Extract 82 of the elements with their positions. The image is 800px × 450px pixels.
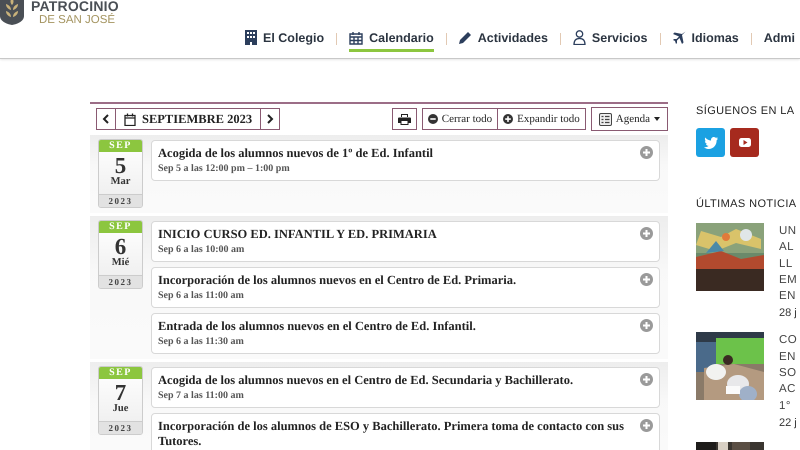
- print-button[interactable]: [392, 108, 417, 130]
- pencil-icon: [458, 31, 472, 44]
- logo-name: PATROCINIO: [31, 0, 119, 14]
- expand-icon: [640, 319, 653, 332]
- news-title-line[interactable]: EN: [779, 288, 798, 304]
- news-title-line[interactable]: UN: [779, 223, 798, 240]
- badge-weekday: Jue: [112, 403, 128, 414]
- play-icon: [738, 138, 750, 147]
- chevron-right-icon: [266, 114, 274, 124]
- user-icon: [572, 30, 586, 45]
- nav-item[interactable]: Admi: [764, 28, 795, 52]
- month-button[interactable]: SEPTIEMBRE 2023: [115, 108, 262, 130]
- badge-day: 6: [114, 236, 126, 257]
- badge-month: SEP: [99, 140, 142, 152]
- news-title-line[interactable]: CO: [779, 332, 798, 349]
- event-time: Sep 6 a las 11:30 am: [158, 336, 245, 347]
- event-time: Sep 7 a las 11:00 am: [158, 390, 245, 401]
- badge-month: SEP: [99, 367, 142, 379]
- news-title-line[interactable]: AC: [779, 381, 798, 398]
- wheat-shield-icon: [0, 0, 24, 25]
- event-title: Acogida de los alumnos nuevos de 1º de Ed. Infantil: [158, 146, 434, 161]
- plane-icon: [672, 31, 686, 44]
- logo-subtitle: DE SAN JOSÉ: [39, 14, 116, 27]
- event-time: Sep 5 a las 12:00 pm – 1:00 pm: [158, 163, 291, 174]
- news-title-line[interactable]: 1°: [779, 398, 798, 414]
- news-date: 22 j: [779, 416, 798, 429]
- news-title-line[interactable]: EM: [779, 272, 798, 288]
- nav-item[interactable]: Servicios: [572, 28, 648, 52]
- news-title-line[interactable]: EN: [779, 348, 798, 366]
- caret-icon: [654, 117, 660, 121]
- expand-icon: [640, 373, 653, 386]
- event-card[interactable]: Acogida de los alumnos nuevos de 1º de Ed. Infantil Sep 5 a las 12:00 pm – 1:00 pm: [151, 140, 660, 181]
- nav-item[interactable]: Actividades: [458, 28, 548, 52]
- event-card[interactable]: Acogida de los alumnos nuevos en el Centro de Ed. Secundaria y Bachillerato. Sep 7 a las 11:00 am: [151, 367, 660, 408]
- badge-weekday: Mié: [112, 257, 130, 268]
- nav-item[interactable]: Calendario: [349, 28, 434, 52]
- expand-icon: [640, 419, 653, 432]
- news-title-line[interactable]: SO: [779, 365, 798, 382]
- bird-icon: [704, 136, 718, 148]
- plus-circle-icon: [503, 114, 514, 124]
- expand-icon: [640, 146, 653, 159]
- event-title: Incorporación de los alumnos de ESO y Bachillerato. Primera toma de contacto con sus Tutores.: [158, 419, 625, 449]
- news-heading: ÚLTIMAS NOTICIA: [696, 197, 798, 211]
- collapse-all-button[interactable]: Cerrar todo: [422, 108, 498, 130]
- badge-year: 2023: [99, 275, 142, 288]
- badge-month: SEP: [99, 221, 142, 233]
- previous-month-button[interactable]: [96, 108, 116, 130]
- expand-all-button[interactable]: Expandir todo: [497, 108, 586, 130]
- event-time: Sep 6 a las 11:00 am: [158, 290, 245, 301]
- minus-circle-icon: [428, 114, 438, 124]
- nav-item[interactable]: El Colegio: [245, 28, 324, 52]
- view-dropdown[interactable]: Agenda: [590, 107, 668, 131]
- event-card[interactable]: Incorporación de los alumnos nuevos en el Centro de Ed. Primaria. Sep 6 a las 11:00 am: [151, 267, 660, 308]
- printer-icon: [398, 114, 411, 124]
- expand-icon: [640, 227, 653, 240]
- event-title: INICIO CURSO ED. INFANTIL Y ED. PRIMARIA: [158, 227, 438, 242]
- event-time: Sep 6 a las 10:00 am: [158, 244, 246, 255]
- chevron-left-icon: [102, 114, 110, 124]
- news-date: 28 j: [779, 307, 798, 320]
- badge-year: 2023: [99, 421, 142, 434]
- event-title: Incorporación de los alumnos nuevos en el Centro de Ed. Primaria.: [158, 273, 518, 288]
- event-title: Acogida de los alumnos nuevos en el Centro de Ed. Secundaria y Bachillerato.: [158, 373, 574, 388]
- event-card[interactable]: Incorporación de los alumnos de ESO y Bachillerato. Primera toma de contacto con sus Tutores.: [151, 413, 660, 450]
- nav-item[interactable]: Idiomas: [672, 28, 739, 52]
- news-title-line[interactable]: AL: [779, 239, 798, 256]
- twitter-button[interactable]: [696, 128, 725, 157]
- badge-weekday: Mar: [110, 176, 130, 187]
- news-title-line[interactable]: LL: [779, 256, 798, 272]
- badge-day: 7: [114, 382, 126, 403]
- follow-heading: SÍGUENOS EN LA: [696, 104, 796, 118]
- calendar-icon: [349, 30, 364, 44]
- youtube-button[interactable]: [730, 128, 759, 157]
- event-card[interactable]: Entrada de los alumnos nuevos en el Centro de Ed. Infantil. Sep 6 a las 11:30 am: [151, 313, 660, 354]
- event-title: Entrada de los alumnos nuevos en el Centro de Ed. Infantil.: [158, 319, 477, 334]
- calendar-icon: [124, 112, 136, 126]
- badge-day: 5: [114, 155, 126, 176]
- next-month-button[interactable]: [260, 108, 280, 130]
- badge-year: 2023: [99, 194, 142, 207]
- event-card[interactable]: INICIO CURSO ED. INFANTIL Y ED. PRIMARIA Sep 6 a las 10:00 am: [151, 221, 660, 262]
- building-icon: [245, 30, 257, 45]
- list-icon: [598, 112, 612, 126]
- expand-icon: [640, 273, 653, 286]
